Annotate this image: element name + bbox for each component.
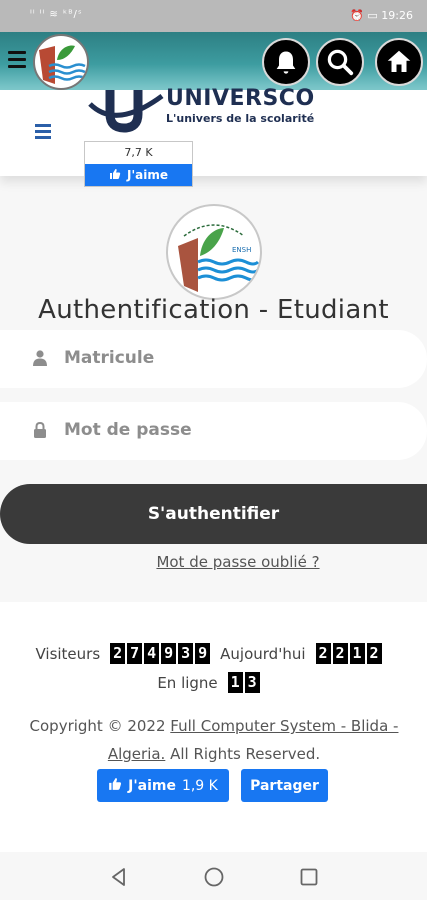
online-label: En ligne [157, 673, 218, 692]
online-counter: 13 [227, 672, 262, 693]
visitors-counter: 274939 [110, 643, 212, 664]
matricule-field[interactable]: Matricule [0, 330, 427, 388]
recents-icon[interactable] [298, 866, 320, 888]
today-label: Aujourd'hui [220, 644, 306, 663]
bell-icon[interactable] [262, 38, 310, 86]
app-logo[interactable] [33, 34, 89, 90]
search-icon[interactable] [316, 38, 364, 86]
brand-tagline: L'univers de la scolarité [166, 112, 315, 125]
alarm-icon: ⏰ [350, 9, 364, 22]
visitor-stats: Visiteurs 274939 Aujourd'hui 2212 [0, 643, 427, 664]
system-nav-bar [0, 852, 427, 900]
lock-icon [33, 421, 47, 438]
school-logo: ENSH [166, 204, 262, 300]
thumbs-up-icon [109, 168, 121, 183]
page-title: Authentification - Etudiant [38, 295, 389, 325]
password-placeholder: Mot de passe [64, 420, 192, 440]
brand-logo-icon [86, 90, 166, 134]
facebook-share-button[interactable]: Partager [241, 769, 328, 802]
home-nav-icon[interactable] [203, 866, 225, 888]
back-icon[interactable] [108, 866, 130, 888]
user-icon [33, 350, 47, 366]
status-bar: ᴵˡ ᴵˡ ≋ ᵏᴮ/ˢ ⏰ ▭ 19:26 [0, 0, 427, 32]
fb-like-count: 1,9 K [181, 777, 218, 794]
facebook-like-box: 7,7 K J'aime [84, 141, 193, 187]
password-field[interactable]: Mot de passe [0, 402, 427, 460]
svg-text:ENSH: ENSH [232, 246, 251, 254]
site-menu-icon[interactable] [35, 124, 51, 142]
app-toolbar [0, 32, 427, 90]
facebook-like-label: J'aime [127, 168, 168, 182]
site-header: UNIVERSCO L'univers de la scolarité 7,7 … [0, 86, 427, 187]
like-count: 7,7 K [124, 146, 153, 159]
status-clock: ⏰ ▭ 19:26 [350, 9, 413, 22]
copyright-text: Copyright © 2022 Full Computer System - … [29, 717, 399, 763]
facebook-like-button[interactable]: J'aime [85, 164, 192, 186]
facebook-like-button-large[interactable]: J'aime 1,9 K [97, 769, 229, 802]
home-icon[interactable] [375, 38, 423, 86]
login-button[interactable]: S'authentifier [0, 484, 427, 544]
hamburger-icon[interactable] [8, 51, 26, 71]
online-stats: En ligne 13 [0, 672, 427, 693]
signal-indicators: ᴵˡ ᴵˡ ≋ ᵏᴮ/ˢ [30, 9, 83, 20]
visitors-label: Visiteurs [35, 644, 101, 663]
forgot-password-link[interactable]: Mot de passe oublié ? [0, 553, 427, 571]
fb-like-label: J'aime [128, 777, 176, 794]
thumbs-up-icon [108, 777, 122, 795]
battery-icon: ▭ [367, 9, 378, 22]
matricule-placeholder: Matricule [64, 348, 155, 368]
status-time: 19:26 [381, 9, 413, 22]
brand-name: UNIVERSCO [166, 86, 315, 111]
today-counter: 2212 [315, 643, 384, 664]
